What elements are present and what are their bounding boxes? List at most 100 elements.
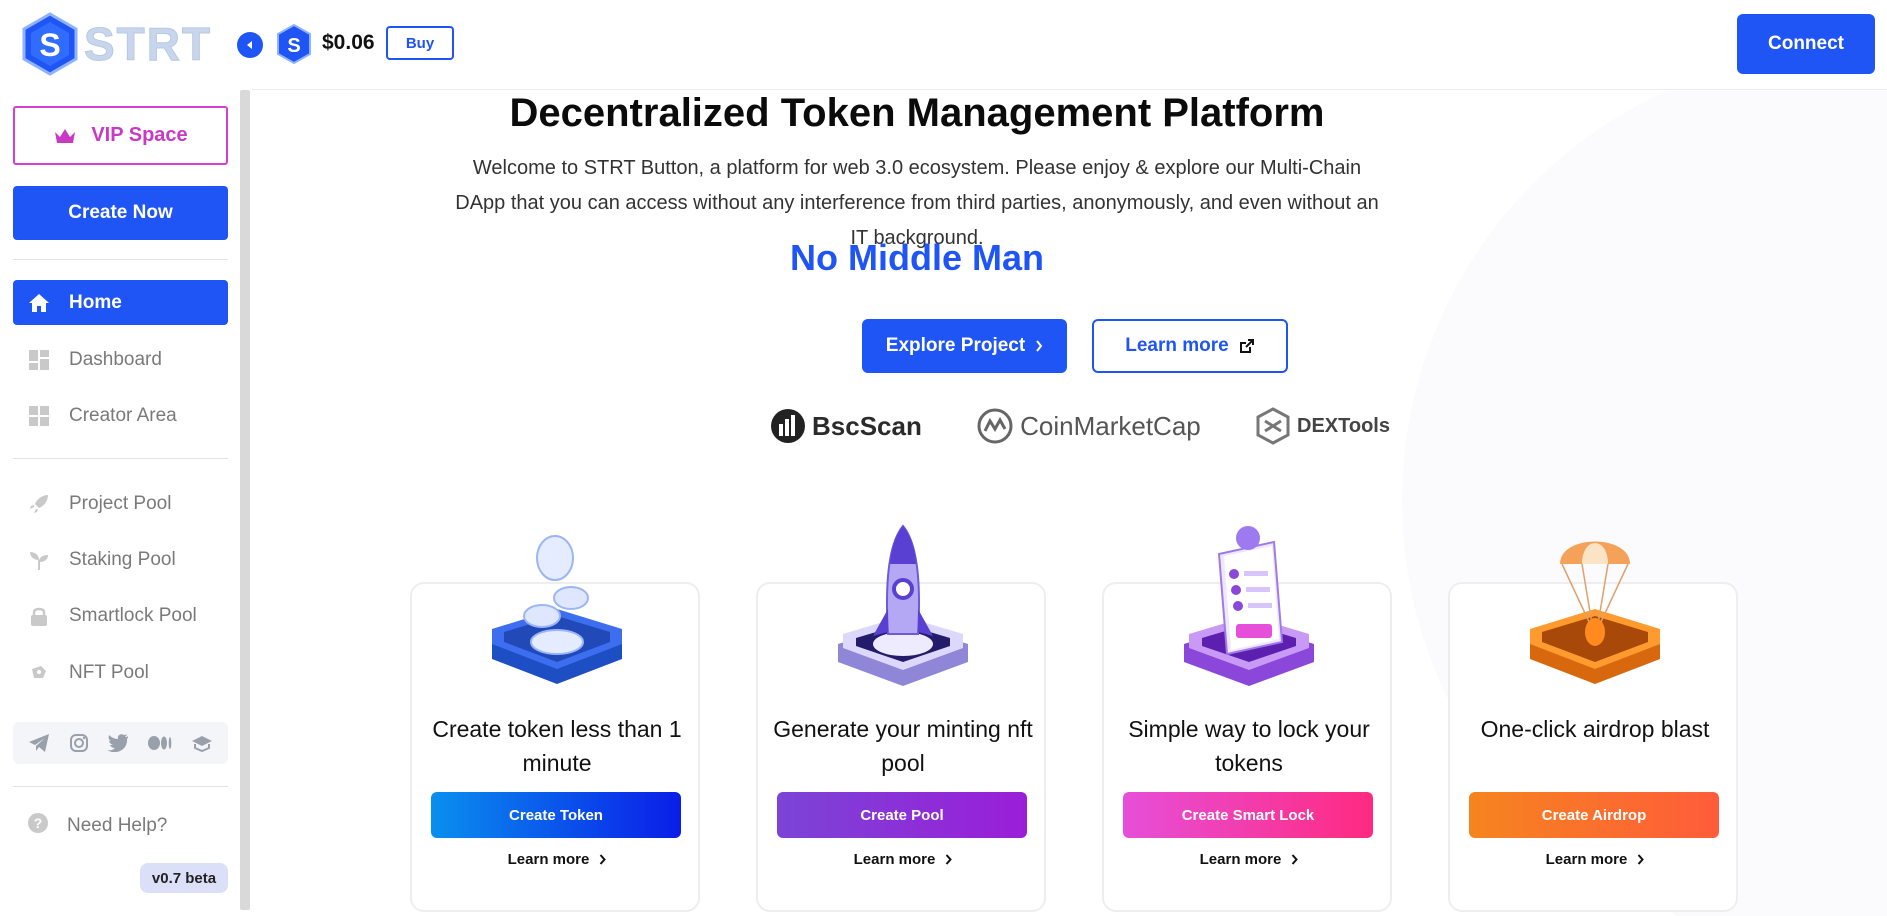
- chevron-left-icon: [247, 41, 252, 49]
- token-price: $0.06: [322, 31, 375, 54]
- sidebar: S STRT VIP Space Create Now Home Dashboa…: [0, 0, 252, 916]
- partner-bscscan[interactable]: BscScan: [770, 408, 922, 444]
- dextools-icon: [1256, 407, 1290, 445]
- partner-logos: BscScan CoinMarketCap DEXTools: [770, 401, 1390, 451]
- chevron-right-icon: [1036, 340, 1043, 352]
- create-smart-lock-button[interactable]: Create Smart Lock: [1123, 792, 1373, 838]
- sidebar-item-label: Dashboard: [69, 348, 162, 370]
- sidebar-item-label: Home: [69, 291, 122, 313]
- sidebar-item-nft-pool[interactable]: NFT Pool: [13, 650, 228, 695]
- explore-project-button[interactable]: Explore Project: [862, 319, 1067, 373]
- rocket-icon: [27, 492, 51, 516]
- sidebar-item-dashboard[interactable]: Dashboard: [13, 337, 228, 382]
- need-help-link[interactable]: ? Need Help?: [13, 812, 167, 840]
- chevron-right-icon: [600, 853, 607, 865]
- card-learn-more-link[interactable]: Learn more: [1450, 844, 1740, 874]
- sprout-icon: [27, 548, 51, 572]
- learn-more-label: Learn more: [1125, 335, 1229, 356]
- strt-token-icon: S: [277, 24, 311, 64]
- chevron-right-icon: [1638, 853, 1645, 865]
- vip-space-label: VIP Space: [91, 124, 188, 146]
- social-links: [13, 722, 228, 764]
- create-airdrop-button[interactable]: Create Airdrop: [1469, 792, 1719, 838]
- telegram-icon[interactable]: [28, 733, 50, 753]
- grid-icon: [27, 404, 51, 428]
- partner-dextools[interactable]: DEXTools: [1255, 407, 1390, 445]
- version-badge: v0.7 beta: [140, 863, 228, 893]
- explore-project-label: Explore Project: [885, 335, 1026, 356]
- app-root: S STRT VIP Space Create Now Home Dashboa…: [0, 0, 1887, 916]
- logo-text: STRT: [83, 18, 213, 71]
- lock-icon: [27, 604, 51, 628]
- sidebar-item-smartlock-pool[interactable]: Smartlock Pool: [13, 593, 228, 638]
- need-help-label: Need Help?: [67, 815, 168, 836]
- sidebar-item-label: Project Pool: [69, 492, 172, 514]
- bscscan-icon: [771, 409, 805, 443]
- partner-name: DEXTools: [1297, 414, 1390, 437]
- connect-wallet-button[interactable]: Connect: [1737, 14, 1875, 74]
- chevron-right-icon: [946, 853, 953, 865]
- card-title: Generate your minting nft pool: [773, 716, 1033, 776]
- logo[interactable]: S STRT: [20, 12, 212, 76]
- card-learn-more-label: Learn more: [1199, 850, 1282, 868]
- parachute-illustration: [1450, 524, 1740, 694]
- card-learn-more-link[interactable]: Learn more: [758, 844, 1048, 874]
- external-link-icon: [1239, 339, 1254, 353]
- twitter-icon[interactable]: [107, 734, 129, 752]
- create-now-button[interactable]: Create Now: [13, 186, 228, 240]
- coins-illustration: [412, 524, 702, 694]
- learn-more-button[interactable]: Learn more: [1092, 319, 1288, 373]
- document-illustration: [1104, 524, 1394, 694]
- hero-tagline: No Middle Man: [790, 237, 1044, 278]
- svg-text:?: ?: [34, 815, 43, 831]
- nft-icon: [27, 661, 51, 685]
- card-learn-more-link[interactable]: Learn more: [412, 844, 702, 874]
- help-icon: ?: [27, 812, 49, 840]
- card-learn-more-link[interactable]: Learn more: [1104, 844, 1394, 874]
- sidebar-scrollbar[interactable]: [240, 90, 250, 910]
- coinmarketcap-icon: [977, 408, 1013, 444]
- svg-text:S: S: [287, 35, 300, 57]
- crown-icon: [55, 128, 76, 143]
- vip-space-button[interactable]: VIP Space: [13, 106, 228, 165]
- create-pool-button[interactable]: Create Pool: [777, 792, 1027, 838]
- sidebar-divider: [13, 458, 228, 459]
- card-learn-more-label: Learn more: [1545, 850, 1628, 868]
- sidebar-item-project-pool[interactable]: Project Pool: [13, 481, 228, 526]
- main-content: Decentralized Token Management Platform …: [252, 91, 1887, 916]
- top-header: S $0.06 Buy Connect: [237, 0, 1887, 90]
- card-learn-more-label: Learn more: [853, 850, 936, 868]
- docs-icon[interactable]: [191, 734, 213, 752]
- sidebar-divider: [13, 259, 228, 260]
- feature-card-create-token: Create token less than 1 minute Create T…: [410, 535, 702, 912]
- sidebar-item-home[interactable]: Home: [13, 280, 228, 325]
- partner-name: CoinMarketCap: [1020, 410, 1201, 441]
- sidebar-item-label: NFT Pool: [69, 661, 149, 683]
- svg-text:S: S: [39, 27, 60, 63]
- sidebar-item-label: Smartlock Pool: [69, 604, 197, 626]
- card-learn-more-label: Learn more: [507, 850, 590, 868]
- card-title: Simple way to lock your tokens: [1128, 716, 1370, 776]
- strt-logo-icon: S: [22, 12, 78, 76]
- rocket-illustration: [758, 524, 1048, 694]
- sidebar-item-label: Creator Area: [69, 404, 177, 426]
- home-icon: [27, 291, 51, 315]
- sidebar-divider: [13, 786, 228, 787]
- instagram-icon[interactable]: [69, 733, 89, 753]
- medium-icon[interactable]: [148, 735, 172, 751]
- dashboard-icon: [27, 348, 51, 372]
- hero-title: Decentralized Token Management Platform: [509, 91, 1325, 135]
- chevron-right-icon: [1292, 853, 1299, 865]
- feature-card-smart-lock: Simple way to lock your tokens Create Sm…: [1102, 526, 1394, 912]
- sidebar-item-label: Staking Pool: [69, 548, 176, 570]
- partner-name: BscScan: [812, 410, 922, 441]
- sidebar-item-creator-area[interactable]: Creator Area: [13, 393, 228, 438]
- feature-card-create-pool: Generate your minting nft pool Create Po…: [756, 524, 1048, 912]
- partner-coinmarketcap[interactable]: CoinMarketCap: [976, 407, 1201, 445]
- card-title: One-click airdrop blast: [1480, 716, 1710, 742]
- feature-card-airdrop: One-click airdrop blast Create Airdrop L…: [1448, 541, 1740, 912]
- sidebar-collapse-button[interactable]: [237, 32, 263, 58]
- sidebar-item-staking-pool[interactable]: Staking Pool: [13, 537, 228, 582]
- create-token-button[interactable]: Create Token: [431, 792, 681, 838]
- buy-button[interactable]: Buy: [386, 26, 454, 60]
